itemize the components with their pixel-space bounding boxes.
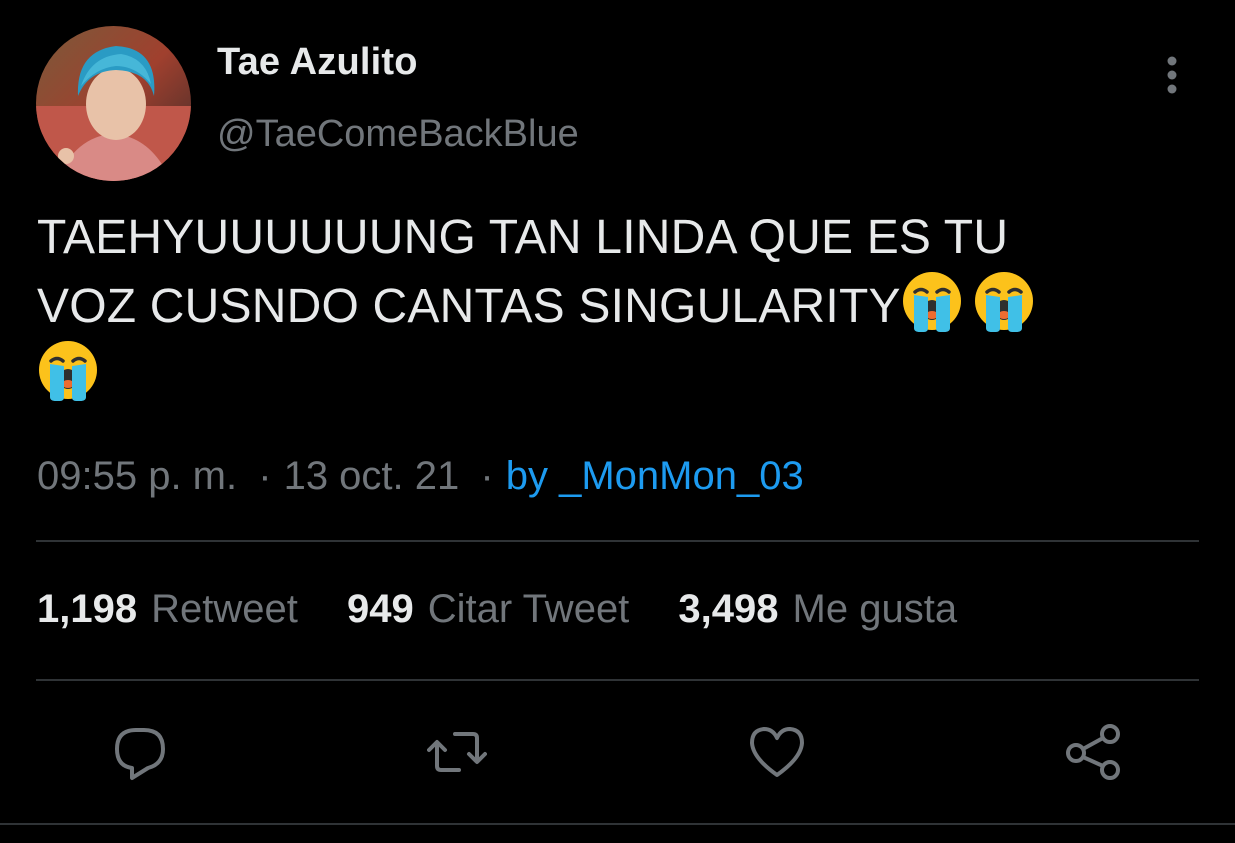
loudly-crying-face-icon bbox=[37, 339, 99, 401]
tweet-text-line-2: VOZ CUSNDO CANTAS SINGULARITY bbox=[37, 280, 901, 333]
more-options-button[interactable] bbox=[1152, 52, 1192, 100]
tweet-text-line-1: TAEHYUUUUUUNG TAN LINDA QUE ES TU bbox=[37, 211, 1009, 264]
separator-dot: · bbox=[258, 454, 272, 498]
share-icon bbox=[1066, 724, 1120, 780]
retweets-count: 1,198 bbox=[37, 587, 138, 631]
more-vertical-icon bbox=[1167, 56, 1177, 94]
tweet-text: TAEHYUUUUUUNG TAN LINDA QUE ES TU VOZ CU… bbox=[37, 206, 1207, 408]
tweet-date[interactable]: 13 oct. 21 bbox=[284, 454, 460, 498]
tweet-time[interactable]: 09:55 p. m. bbox=[37, 454, 237, 498]
retweet-button[interactable] bbox=[427, 722, 487, 782]
tweet-metadata: 09:55 p. m. · 13 oct. 21 · by _MonMon_03 bbox=[37, 454, 804, 499]
separator-dot: · bbox=[480, 454, 494, 498]
divider bbox=[36, 679, 1199, 681]
tweet-source-link[interactable]: by _MonMon_03 bbox=[506, 454, 804, 498]
reply-icon bbox=[115, 728, 165, 780]
display-name[interactable]: Tae Azulito bbox=[217, 41, 418, 84]
retweet-icon bbox=[427, 732, 487, 772]
avatar[interactable] bbox=[36, 26, 191, 181]
reply-button[interactable] bbox=[110, 722, 170, 782]
likes-stat[interactable]: 3,498 Me gusta bbox=[678, 587, 957, 631]
heart-icon bbox=[750, 727, 804, 777]
divider bbox=[36, 540, 1199, 542]
divider bbox=[0, 823, 1235, 825]
quotes-stat[interactable]: 949 Citar Tweet bbox=[347, 587, 629, 631]
user-handle[interactable]: @TaeComeBackBlue bbox=[217, 113, 579, 156]
loudly-crying-face-icon bbox=[973, 270, 1035, 332]
likes-count: 3,498 bbox=[678, 587, 779, 631]
quotes-count: 949 bbox=[346, 587, 414, 631]
likes-label: Me gusta bbox=[792, 587, 958, 631]
like-button[interactable] bbox=[747, 722, 807, 782]
retweets-stat[interactable]: 1,198 Retweet bbox=[37, 587, 298, 631]
loudly-crying-face-icon bbox=[901, 270, 963, 332]
tweet-stats: 1,198 Retweet 949 Citar Tweet 3,498 Me gust… bbox=[37, 587, 995, 632]
share-button[interactable] bbox=[1064, 722, 1124, 782]
quotes-label: Citar Tweet bbox=[427, 587, 630, 631]
retweets-label: Retweet bbox=[151, 587, 298, 631]
